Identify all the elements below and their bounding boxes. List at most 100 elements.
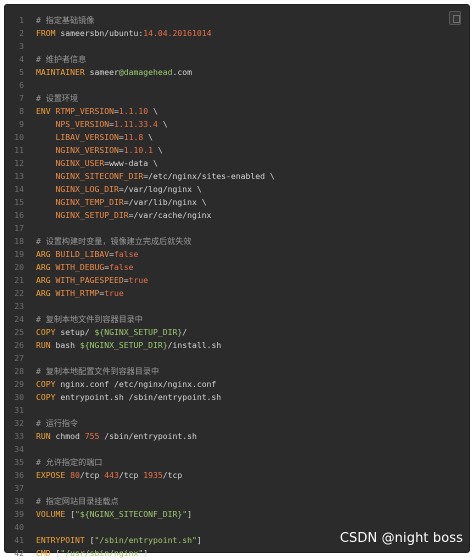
code-token-comment: # 设置构建时变量，镜像建立完成后就失效: [36, 236, 192, 246]
line-number: 28: [14, 366, 24, 376]
code-token-var: NGINX_VERSION: [55, 145, 119, 155]
code-token-plain: /install.sh: [167, 340, 222, 350]
code-token-plain: =/etc/nginx/sites-enabled \: [143, 171, 275, 181]
code-text: NGINX_SETUP_DIR=/var/cache/nginx: [36, 209, 212, 222]
code-token-kw: ARG: [36, 275, 56, 285]
code-text: ARG BUILD_LIBAV=false: [36, 248, 138, 261]
code-line: 1 # 指定基础镜像: [5, 14, 469, 27]
code-token-plain: =/var/cache/nginx: [128, 210, 212, 220]
line-number: 17: [14, 223, 24, 233]
code-token-num: 1.1.10: [118, 106, 149, 116]
code-token-kw: COPY: [36, 379, 61, 389]
code-line: 30 COPY entrypoint.sh /sbin/entrypoint.sh: [5, 391, 469, 404]
code-token-plain: =/var/lib/nginx \: [123, 197, 207, 207]
line-number: 34: [14, 444, 24, 454]
code-token-kw: COPY: [36, 327, 61, 337]
code-line: 22 ARG WITH_RTMP=true: [5, 287, 469, 300]
code-token-num: 80: [70, 470, 80, 480]
code-token-plain: chmod: [55, 431, 85, 441]
line-number: 10: [14, 132, 24, 142]
code-line: 8 ENV RTMP_VERSION=1.1.10 \: [5, 105, 469, 118]
line-number: 9: [19, 119, 24, 129]
line-number: 30: [14, 392, 24, 402]
code-line: 3: [5, 40, 469, 53]
code-token-kw: VOLUME: [36, 509, 71, 519]
code-text: ENV RTMP_VERSION=1.1.10 \: [36, 105, 158, 118]
code-token-plain: setup/: [60, 327, 95, 337]
line-number: 18: [14, 236, 24, 246]
code-token-str: @damagehead: [118, 67, 173, 77]
code-token-plain: .com: [172, 67, 192, 77]
code-token-bool: true: [128, 275, 149, 285]
code-token-var: BUILD_LIBAV: [55, 249, 110, 259]
code-token-comment: # 复制本地配置文件到容器目录中: [36, 366, 160, 376]
code-token-comment: # 指定基础镜像: [36, 15, 95, 25]
code-line: 15 NGINX_TEMP_DIR=/var/lib/nginx \: [5, 196, 469, 209]
line-number: 31: [14, 405, 24, 415]
code-token-kw: RUN: [36, 431, 56, 441]
code-text: NGINX_TEMP_DIR=/var/lib/nginx \: [36, 196, 207, 209]
code-token-str: "/sbin/entrypoint.sh": [94, 535, 197, 545]
code-text: # 复制本地文件到容器目录中: [36, 313, 143, 326]
code-token-plain: entrypoint.sh /sbin/entrypoint.sh: [60, 392, 222, 402]
code-text: NGINX_VERSION=1.10.1 \: [36, 144, 163, 157]
code-line: 2 FROM sameersbn/ubuntu:14.04.20161014: [5, 27, 469, 40]
code-text: ARG WITH_RTMP=true: [36, 287, 124, 300]
code-line: 18 # 设置构建时变量，镜像建立完成后就失效: [5, 235, 469, 248]
code-text: CMD ["/usr/sbin/nginx"]: [36, 547, 148, 560]
code-token-comment: # 指定网站目录挂载点: [36, 496, 119, 506]
line-number: 16: [14, 210, 24, 220]
code-line: 7 # 设置环境: [5, 92, 469, 105]
code-token-str: ${NGINX_SETUP_DIR}: [94, 327, 183, 337]
code-token-num: 14.04.20161014: [143, 28, 212, 38]
code-line: 9 NPS_VERSION=1.11.33.4 \: [5, 118, 469, 131]
code-text: # 设置构建时变量，镜像建立完成后就失效: [36, 235, 191, 248]
line-number: 3: [19, 41, 24, 51]
code-block: 1 # 指定基础镜像 2 FROM sameersbn/ubuntu:14.04.20…: [4, 4, 470, 558]
code-token-plain: ]: [196, 535, 202, 545]
code-text: COPY setup/ ${NGINX_SETUP_DIR}/: [36, 326, 187, 339]
code-line: 36 EXPOSE 80/tcp 443/tcp 1935/tcp: [5, 469, 469, 482]
code-line: 31: [5, 404, 469, 417]
line-number: 42: [14, 548, 24, 558]
line-number: 5: [19, 67, 24, 77]
line-number: 39: [14, 509, 24, 519]
code-line: 17: [5, 222, 469, 235]
code-token-plain: /tcp: [118, 470, 144, 480]
code-token-kw: ARG: [36, 288, 56, 298]
code-line: 32 # 运行指令: [5, 417, 469, 430]
code-token-kw: ENTRYPOINT: [36, 535, 90, 545]
watermark: CSDN @night boss: [339, 531, 463, 546]
code-token-plain: bash: [55, 340, 80, 350]
code-line: 25 COPY setup/ ${NGINX_SETUP_DIR}/: [5, 326, 469, 339]
code-line: 20 ARG WITH_DEBUG=false: [5, 261, 469, 274]
code-token-plain: /tcp: [79, 470, 105, 480]
line-number: 32: [14, 418, 24, 428]
line-number: 36: [14, 470, 24, 480]
code-token-plain: \: [143, 132, 153, 142]
code-text: RUN bash ${NGINX_SETUP_DIR}/install.sh: [36, 339, 221, 352]
code-line: 4 # 维护者信息: [5, 53, 469, 66]
code-token-plain: ]: [187, 509, 192, 519]
line-number: 41: [14, 535, 24, 545]
code-token-str: ${NGINX_SETUP_DIR}: [79, 340, 168, 350]
code-token-var: NGINX_TEMP_DIR: [55, 197, 124, 207]
line-number: 20: [14, 262, 24, 272]
code-text: # 指定网站目录挂载点: [36, 495, 119, 508]
code-text: EXPOSE 80/tcp 443/tcp 1935/tcp: [36, 469, 182, 482]
code-line: 27: [5, 352, 469, 365]
code-token-kw: FROM: [36, 28, 61, 38]
code-token-kw: MAINTAINER: [36, 67, 90, 77]
line-number: 14: [14, 184, 24, 194]
line-number: 29: [14, 379, 24, 389]
code-lines: 1 # 指定基础镜像 2 FROM sameersbn/ubuntu:14.04.20…: [5, 14, 469, 560]
code-text: COPY entrypoint.sh /sbin/entrypoint.sh: [36, 391, 221, 404]
code-text: # 允许指定的端口: [36, 456, 102, 469]
code-text: # 指定基础镜像: [36, 14, 94, 27]
code-token-var: WITH_RTMP: [55, 288, 100, 298]
code-token-var: LIBAV_VERSION: [55, 132, 119, 142]
code-token-var: WITH_DEBUG: [55, 262, 105, 272]
